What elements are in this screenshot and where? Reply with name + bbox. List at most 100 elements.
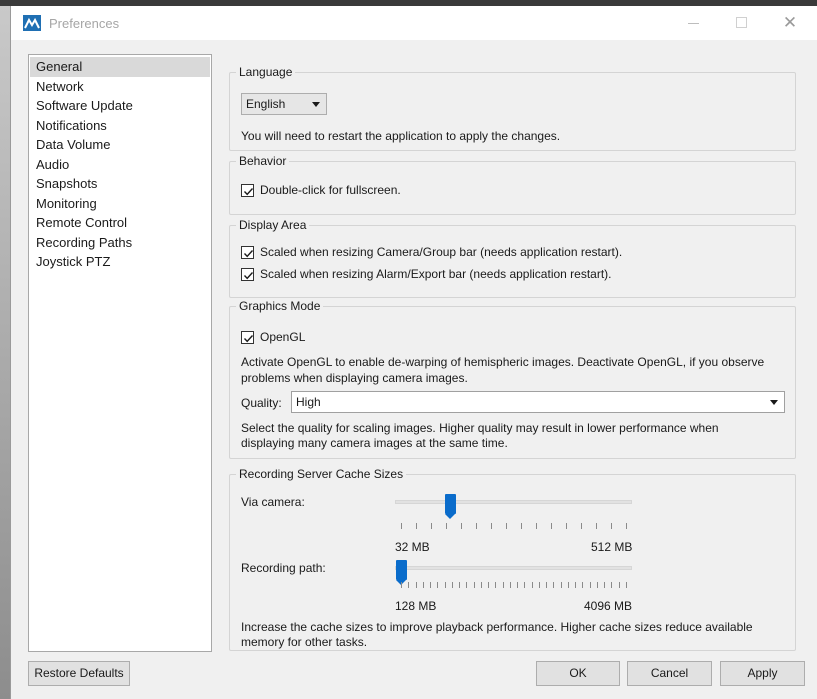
slider-tick <box>430 582 432 588</box>
sidebar-item-remote-control[interactable]: Remote Control <box>30 213 210 233</box>
alarm-bar-scaling-option[interactable]: Scaled when resizing Alarm/Export bar (n… <box>241 267 612 281</box>
close-button[interactable]: ✕ <box>767 6 813 40</box>
language-selected-value: English <box>246 97 286 111</box>
opengl-checkbox[interactable] <box>241 330 254 344</box>
sidebar-item-recording-paths[interactable]: Recording Paths <box>30 233 210 253</box>
quality-description-line-1: Select the quality for scaling images. H… <box>241 421 719 435</box>
cancel-button[interactable]: Cancel <box>627 661 712 686</box>
slider-tick <box>466 582 468 588</box>
slider-tick <box>491 523 492 529</box>
slider-tick <box>521 523 522 529</box>
slider-tick <box>611 523 612 529</box>
slider-tick <box>551 523 552 529</box>
slider-tick <box>604 582 606 588</box>
language-group-title: Language <box>236 64 296 80</box>
sidebar-item-joystick-ptz[interactable]: Joystick PTZ <box>30 252 210 272</box>
camera-bar-checkbox-label: Scaled when resizing Camera/Group bar (n… <box>260 245 623 259</box>
opengl-checkbox-label: OpenGL <box>260 330 306 344</box>
slider-tick <box>575 582 577 588</box>
dropdown-arrow-icon <box>770 400 778 405</box>
maximize-icon <box>736 17 747 28</box>
slider-tick <box>461 523 462 529</box>
camera-bar-scaling-option[interactable]: Scaled when resizing Camera/Group bar (n… <box>241 245 622 259</box>
behavior-group: Behavior Double-click for fullscreen. <box>229 153 796 215</box>
alarm-bar-checkbox[interactable] <box>241 267 254 281</box>
display-area-group: Display Area Scaled when resizing Camera… <box>229 217 796 298</box>
slider-tick <box>444 582 446 588</box>
graphics-mode-group: Graphics Mode OpenGL Activate OpenGL to … <box>229 298 796 459</box>
slider-tick <box>589 582 591 588</box>
fullscreen-checkbox-label: Double-click for fullscreen. <box>260 183 401 197</box>
sidebar-item-snapshots[interactable]: Snapshots <box>30 174 210 194</box>
via-camera-slider-thumb[interactable] <box>445 494 457 519</box>
slider-tick <box>495 582 497 588</box>
sidebar-item-network[interactable]: Network <box>30 77 210 97</box>
slider-tick <box>626 523 627 529</box>
slider-tick <box>502 582 504 588</box>
slider-tick <box>476 523 477 529</box>
sidebar-item-software-update[interactable]: Software Update <box>30 96 210 116</box>
slider-tick <box>509 582 511 588</box>
minimize-button[interactable] <box>671 6 717 40</box>
sidebar-item-notifications[interactable]: Notifications <box>30 116 210 136</box>
recording-path-label: Recording path: <box>241 561 326 575</box>
sidebar-item-monitoring[interactable]: Monitoring <box>30 194 210 214</box>
via-camera-max-label: 512 MB <box>591 540 633 554</box>
slider-tick <box>560 582 562 588</box>
restore-defaults-button[interactable]: Restore Defaults <box>28 661 130 686</box>
quality-description-line-2: displaying many camera images at the sam… <box>241 436 508 450</box>
maximize-button[interactable] <box>719 6 765 40</box>
behavior-group-title: Behavior <box>236 153 290 169</box>
preferences-window: Preferences ✕ General Network Software U… <box>10 6 817 699</box>
recording-path-slider-thumb[interactable] <box>395 560 407 585</box>
slider-tick <box>488 582 490 588</box>
quality-dropdown[interactable]: High <box>291 391 785 413</box>
recording-path-slider-track[interactable] <box>395 566 632 570</box>
slider-tick <box>446 523 447 529</box>
slider-tick <box>437 582 439 588</box>
slider-tick <box>408 582 410 588</box>
slider-tick <box>546 582 548 588</box>
recording-path-slider-ticks <box>401 582 627 588</box>
slider-tick <box>566 523 567 529</box>
slider-tick <box>531 582 533 588</box>
slider-tick <box>581 523 582 529</box>
fullscreen-double-click-option[interactable]: Double-click for fullscreen. <box>241 183 401 197</box>
via-camera-slider-track[interactable] <box>395 500 632 504</box>
slider-tick <box>524 582 526 588</box>
checkmark-icon <box>243 187 254 195</box>
slider-tick <box>422 582 424 588</box>
opengl-description-line-1: Activate OpenGL to enable de-warping of … <box>241 355 765 369</box>
slider-tick <box>459 582 461 588</box>
slider-tick <box>567 582 569 588</box>
opengl-option[interactable]: OpenGL <box>241 330 305 344</box>
fullscreen-checkbox[interactable] <box>241 183 254 197</box>
slider-tick <box>536 523 537 529</box>
cache-description-line-2: memory for other tasks. <box>241 635 368 649</box>
language-restart-note: You will need to restart the application… <box>241 129 561 143</box>
window-title: Preferences <box>49 16 120 31</box>
checkmark-icon <box>243 334 254 342</box>
via-camera-min-label: 32 MB <box>395 540 430 554</box>
title-bar[interactable]: Preferences ✕ <box>11 6 817 40</box>
via-camera-slider-ticks <box>401 523 627 529</box>
sidebar-item-data-volume[interactable]: Data Volume <box>30 135 210 155</box>
checkmark-icon <box>243 249 254 257</box>
slider-tick <box>538 582 540 588</box>
slider-tick <box>626 582 627 588</box>
cache-sizes-group-title: Recording Server Cache Sizes <box>236 466 407 482</box>
camera-bar-checkbox[interactable] <box>241 245 254 259</box>
quality-selected-value: High <box>296 395 321 409</box>
sidebar-item-audio[interactable]: Audio <box>30 155 210 175</box>
sidebar-item-general[interactable]: General <box>30 57 210 77</box>
alarm-bar-checkbox-label: Scaled when resizing Alarm/Export bar (n… <box>260 267 612 281</box>
minimize-icon <box>688 23 699 24</box>
slider-tick <box>473 582 475 588</box>
slider-tick <box>611 582 613 588</box>
language-dropdown[interactable]: English <box>241 93 327 115</box>
apply-button[interactable]: Apply <box>720 661 805 686</box>
close-icon: ✕ <box>782 13 798 32</box>
ok-button[interactable]: OK <box>536 661 620 686</box>
slider-tick <box>553 582 555 588</box>
slider-tick <box>506 523 507 529</box>
